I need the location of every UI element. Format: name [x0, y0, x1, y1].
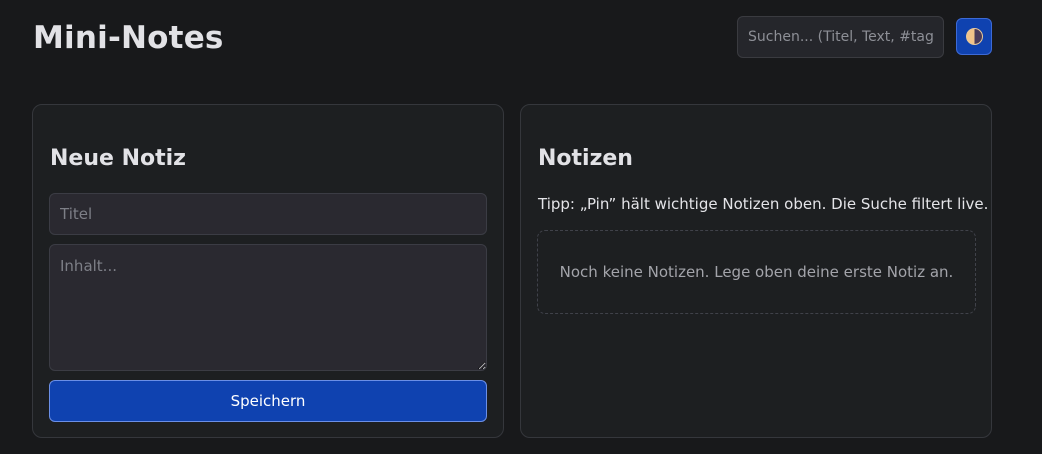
new-note-panel: Neue Notiz Speichern [32, 104, 504, 438]
notes-panel: Notizen Tipp: „Pin” hält wichtige Notize… [520, 104, 992, 438]
half-moon-icon [965, 28, 983, 45]
new-note-heading: Neue Notiz [50, 146, 186, 171]
save-button[interactable]: Speichern [49, 380, 487, 422]
notes-heading: Notizen [538, 146, 633, 171]
note-content-input[interactable] [49, 244, 487, 371]
note-title-input[interactable] [49, 193, 487, 235]
theme-toggle-button[interactable] [956, 18, 992, 55]
app-title: Mini-Notes [33, 20, 224, 56]
tip-text: Tipp: „Pin” hält wichtige Notizen oben. … [538, 195, 989, 213]
empty-notes-text: Noch keine Notizen. Lege oben deine erst… [559, 263, 954, 281]
search-input[interactable] [737, 16, 944, 58]
app-header: Mini-Notes [33, 16, 992, 58]
empty-notes-message: Noch keine Notizen. Lege oben deine erst… [537, 230, 976, 314]
